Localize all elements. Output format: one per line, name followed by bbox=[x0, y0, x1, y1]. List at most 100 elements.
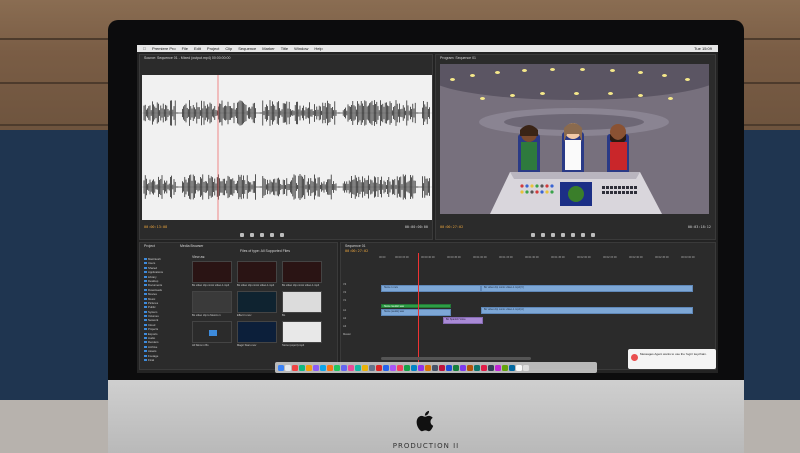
dock-app-icon[interactable] bbox=[292, 364, 298, 371]
dock-app-icon[interactable] bbox=[453, 364, 459, 371]
file-type-filter[interactable]: Files of type: All Supported Files bbox=[240, 249, 290, 253]
menu-window[interactable]: Window bbox=[294, 46, 308, 51]
dock-app-icon[interactable] bbox=[327, 364, 333, 371]
timeline-clip[interactable]: Bo video clip comic video-1.mp4 [V] bbox=[481, 285, 693, 292]
tab-project[interactable]: Project bbox=[144, 244, 155, 248]
console-button bbox=[545, 190, 549, 194]
timeline-clip[interactable]: Stone 1.mov bbox=[381, 285, 481, 292]
dock-app-icon[interactable] bbox=[509, 364, 515, 371]
timeline-clip[interactable]: Bo video clip comic video-1.mp4 [A] bbox=[481, 307, 693, 314]
step-back-icon[interactable] bbox=[541, 233, 545, 237]
dock-app-icon[interactable] bbox=[474, 364, 480, 371]
folder-item[interactable]: Final bbox=[142, 358, 188, 362]
dock-app-icon[interactable] bbox=[320, 364, 326, 371]
dock-app-icon[interactable] bbox=[516, 364, 522, 371]
track-label[interactable]: Master bbox=[343, 333, 351, 336]
media-thumbnail[interactable] bbox=[192, 321, 232, 343]
step-forward-icon[interactable] bbox=[260, 233, 264, 237]
media-thumbnail[interactable] bbox=[237, 291, 277, 313]
timeline-clip[interactable]: Stone (audio).wav bbox=[381, 304, 451, 308]
menu-title[interactable]: Title bbox=[281, 46, 288, 51]
timeline-timecode[interactable]: 00:00:27:02 bbox=[345, 249, 368, 253]
keychain-notification[interactable]: Messages Agent wants to use the 'login' … bbox=[628, 349, 716, 369]
track-label[interactable]: V3 bbox=[343, 283, 346, 286]
program-timecode[interactable]: 00:00:27:02 bbox=[440, 225, 463, 229]
insert-icon[interactable] bbox=[270, 233, 274, 237]
source-tab[interactable]: Source: Sequence 01 - Mixed (output.mp4)… bbox=[144, 56, 230, 60]
time-ruler[interactable]: 00:00 00:00:15:00 00:00:30:00 00:00:45:0… bbox=[379, 256, 709, 261]
media-thumbnail[interactable] bbox=[192, 261, 232, 283]
monitor-chin: PRODUCTION II bbox=[108, 380, 744, 453]
dock-app-icon[interactable] bbox=[495, 364, 501, 371]
dock-app-icon[interactable] bbox=[383, 364, 389, 371]
step-back-icon[interactable] bbox=[240, 233, 244, 237]
dock-app-icon[interactable] bbox=[299, 364, 305, 371]
dock-app-icon[interactable] bbox=[306, 364, 312, 371]
dock-app-icon[interactable] bbox=[397, 364, 403, 371]
dock-app-icon[interactable] bbox=[432, 364, 438, 371]
program-tab[interactable]: Program: Sequence 01 bbox=[440, 56, 476, 60]
timeline-clip[interactable]: Stone (audio).wav bbox=[381, 309, 451, 316]
ruler-tick: 00:02:30:00 bbox=[629, 256, 643, 259]
playhead[interactable] bbox=[418, 253, 419, 365]
apple-menu-icon[interactable]:  bbox=[143, 46, 146, 51]
media-thumbnail[interactable] bbox=[282, 261, 322, 283]
menu-clip[interactable]: Clip bbox=[225, 46, 232, 51]
dock-app-icon[interactable] bbox=[467, 364, 473, 371]
play-icon[interactable] bbox=[250, 233, 254, 237]
step-forward-icon[interactable] bbox=[561, 233, 565, 237]
dock-app-icon[interactable] bbox=[369, 364, 375, 371]
media-thumbnail[interactable] bbox=[282, 321, 322, 343]
media-thumbnail[interactable] bbox=[237, 261, 277, 283]
dock-app-icon[interactable] bbox=[446, 364, 452, 371]
track-label[interactable]: A1 bbox=[343, 309, 346, 312]
tab-media-browser[interactable]: Media Browser bbox=[180, 244, 203, 248]
menu-sequence[interactable]: Sequence bbox=[238, 46, 256, 51]
track-label[interactable]: V2 bbox=[343, 291, 346, 294]
menubar-clock[interactable]: Tue 15:09 bbox=[694, 46, 712, 51]
menu-help[interactable]: Help bbox=[314, 46, 322, 51]
dock-app-icon[interactable] bbox=[355, 364, 361, 371]
play-icon[interactable] bbox=[551, 233, 555, 237]
mark-in-icon[interactable] bbox=[531, 233, 535, 237]
audio-waveform bbox=[142, 75, 432, 220]
dock-app-icon[interactable] bbox=[523, 364, 529, 371]
dock-app-icon[interactable] bbox=[341, 364, 347, 371]
export-frame-icon[interactable] bbox=[591, 233, 595, 237]
dock-app-icon[interactable] bbox=[376, 364, 382, 371]
dock-app-icon[interactable] bbox=[502, 364, 508, 371]
timeline-clip[interactable]: Bo Spanish Voice bbox=[443, 317, 483, 324]
dock-app-icon[interactable] bbox=[411, 364, 417, 371]
lift-icon[interactable] bbox=[571, 233, 575, 237]
overwrite-icon[interactable] bbox=[280, 233, 284, 237]
menu-file[interactable]: File bbox=[182, 46, 188, 51]
dock-app-icon[interactable] bbox=[362, 364, 368, 371]
dock-app-icon[interactable] bbox=[285, 364, 291, 371]
menu-marker[interactable]: Marker bbox=[262, 46, 274, 51]
dock-app-icon[interactable] bbox=[481, 364, 487, 371]
dock-app-icon[interactable] bbox=[334, 364, 340, 371]
track-label[interactable]: V1 bbox=[343, 299, 346, 302]
track-label[interactable]: A3 bbox=[343, 325, 346, 328]
dock-app-icon[interactable] bbox=[439, 364, 445, 371]
dock-app-icon[interactable] bbox=[404, 364, 410, 371]
timeline-scrollbar[interactable] bbox=[381, 357, 531, 360]
menu-app[interactable]: Premiere Pro bbox=[152, 46, 176, 51]
dock-app-icon[interactable] bbox=[348, 364, 354, 371]
dock-app-icon[interactable] bbox=[418, 364, 424, 371]
sequence-tab[interactable]: Sequence 01 bbox=[345, 244, 366, 248]
dock-app-icon[interactable] bbox=[278, 364, 284, 371]
dock-app-icon[interactable] bbox=[488, 364, 494, 371]
dock-app-icon[interactable] bbox=[460, 364, 466, 371]
source-timecode[interactable]: 00:00:13:08 bbox=[144, 225, 167, 229]
media-thumbnail[interactable] bbox=[237, 321, 277, 343]
media-thumbnail[interactable] bbox=[192, 291, 232, 313]
track-label[interactable]: A2 bbox=[343, 317, 346, 320]
media-thumbnail[interactable] bbox=[282, 291, 322, 313]
dock-app-icon[interactable] bbox=[313, 364, 319, 371]
extract-icon[interactable] bbox=[581, 233, 585, 237]
dock-app-icon[interactable] bbox=[390, 364, 396, 371]
menu-project[interactable]: Project bbox=[207, 46, 219, 51]
menu-edit[interactable]: Edit bbox=[194, 46, 201, 51]
dock-app-icon[interactable] bbox=[425, 364, 431, 371]
